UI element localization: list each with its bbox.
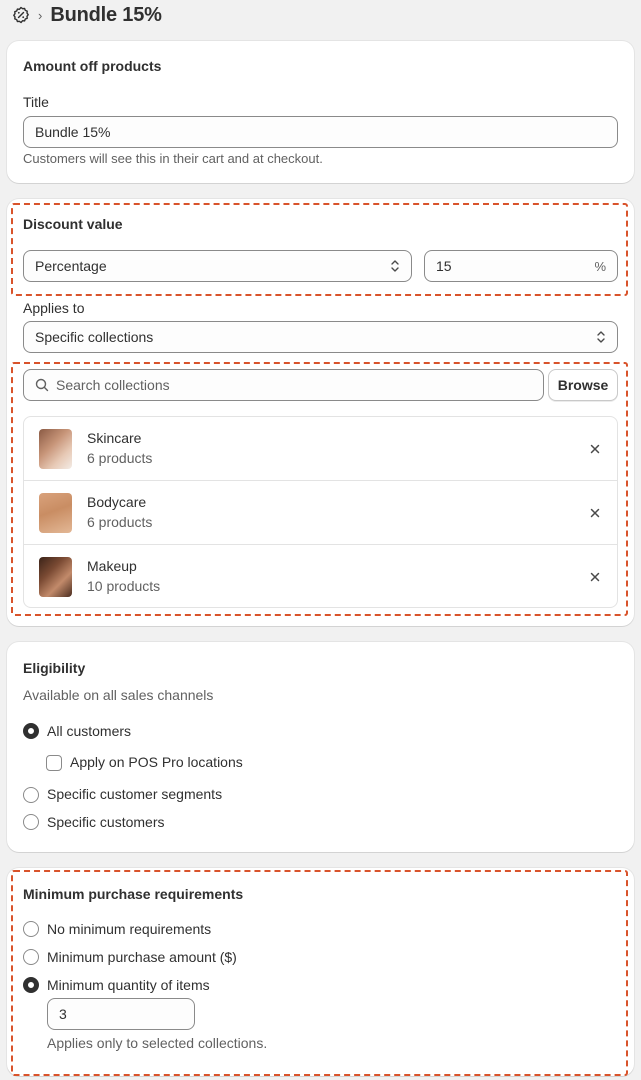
discount-value-card: Discount value Percentage 15 % Applies t… [7,199,634,626]
option-customer-segments-label: Specific customer segments [47,786,223,802]
title-help-text: Customers will see this in their cart an… [23,151,323,166]
breadcrumb-chevron-icon: › [38,7,43,23]
card-title: Eligibility [23,660,86,676]
collection-count: 10 products [87,578,161,594]
close-icon[interactable] [587,505,603,521]
option-minimum-quantity-label: Minimum quantity of items [47,977,210,993]
close-icon[interactable] [587,441,603,457]
radio-no-minimum[interactable] [23,921,39,937]
option-all-customers-label: All customers [47,723,132,739]
select-arrows-icon [390,259,400,273]
option-pos-pro-label: Apply on POS Pro locations [70,754,243,770]
collection-name: Bodycare [87,494,147,510]
collection-thumbnail [39,493,72,533]
collection-thumbnail [39,557,72,597]
card-title: Amount off products [23,58,162,74]
radio-minimum-amount[interactable] [23,949,39,965]
radio-minimum-quantity[interactable] [23,977,39,993]
eligibility-card: Eligibility Available on all sales chann… [7,642,634,852]
eligibility-subtitle: Available on all sales channels [23,687,214,703]
collection-name: Skincare [87,430,142,446]
list-item[interactable]: Makeup 10 products [24,545,617,607]
search-placeholder: Search collections [56,377,170,393]
radio-customer-segments[interactable] [23,787,39,803]
discount-amount-value: 15 [436,258,452,274]
applies-to-select[interactable]: Specific collections [23,321,618,353]
page-title: Bundle 15% [50,3,162,26]
list-item[interactable]: Bodycare 6 products [24,481,617,545]
amount-off-card: Amount off products Title Bundle 15% Cus… [7,41,634,183]
close-icon[interactable] [587,569,603,585]
discount-type-select[interactable]: Percentage [23,250,412,282]
option-no-minimum-label: No minimum requirements [47,921,212,937]
pos-pro-checkbox[interactable] [46,755,62,771]
discount-type-value: Percentage [35,258,107,274]
title-input-value: Bundle 15% [35,124,111,140]
select-arrows-icon [596,330,606,344]
percent-suffix: % [594,258,606,274]
option-minimum-amount-label: Minimum purchase amount ($) [47,949,237,965]
minimum-quantity-input[interactable]: 3 [47,998,195,1030]
browse-button[interactable]: Browse [548,369,618,401]
card-title: Minimum purchase requirements [23,886,244,902]
title-label: Title [23,94,49,110]
discount-icon[interactable] [12,6,30,24]
collections-list: Skincare 6 products Bodycare 6 products … [23,416,618,608]
discount-amount-input[interactable]: 15 % [424,250,618,282]
collection-name: Makeup [87,558,137,574]
collection-count: 6 products [87,450,153,466]
search-icon [35,378,49,392]
applies-to-value: Specific collections [35,329,154,345]
search-collections-input[interactable]: Search collections [23,369,544,401]
minimum-requirements-card: Minimum purchase requirements No minimum… [7,868,634,1076]
title-input[interactable]: Bundle 15% [23,116,618,148]
applies-to-label: Applies to [23,300,85,316]
page-header: › Bundle 15% [12,0,162,30]
radio-specific-customers[interactable] [23,814,39,830]
radio-all-customers[interactable] [23,723,39,739]
option-specific-customers-label: Specific customers [47,814,165,830]
minimum-help-text: Applies only to selected collections. [47,1035,268,1051]
list-item[interactable]: Skincare 6 products [24,417,617,481]
collection-thumbnail [39,429,72,469]
collection-count: 6 products [87,514,153,530]
card-title: Discount value [23,216,123,232]
minimum-quantity-value: 3 [59,1006,67,1022]
